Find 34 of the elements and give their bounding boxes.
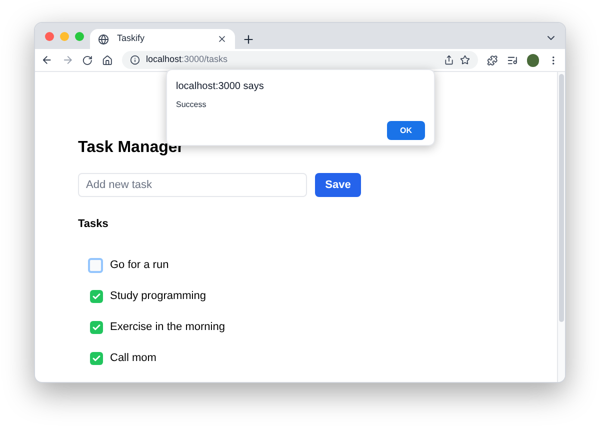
info-icon <box>130 55 140 65</box>
task-checkbox[interactable] <box>90 321 103 334</box>
task-label: Study programming <box>110 289 206 304</box>
ok-button[interactable]: OK <box>387 121 425 140</box>
tab-title: Taskify <box>117 32 146 46</box>
browser-tab[interactable]: Taskify <box>90 29 235 49</box>
task-checkbox[interactable] <box>90 352 103 365</box>
media-list-icon[interactable] <box>506 54 518 66</box>
url-text: localhost:3000/tasks <box>146 53 229 66</box>
new-tab-icon[interactable] <box>242 33 255 46</box>
task-checkbox[interactable] <box>90 290 103 303</box>
extensions-icon[interactable] <box>487 54 498 66</box>
avatar-icon[interactable] <box>526 54 540 66</box>
save-button[interactable]: Save <box>315 173 361 197</box>
reload-icon[interactable] <box>82 54 94 66</box>
dialog-message: Success <box>176 99 208 111</box>
dialog-title: localhost:3000 says <box>176 80 265 94</box>
star-icon[interactable] <box>460 55 470 65</box>
forward-icon[interactable] <box>62 54 74 66</box>
check-icon <box>92 323 101 332</box>
new-task-field[interactable]: Add new task <box>78 173 307 197</box>
task-label: Call mom <box>110 351 156 366</box>
check-icon <box>92 354 101 363</box>
task-label: Go for a run <box>110 258 169 274</box>
close-tab-icon[interactable] <box>217 34 227 44</box>
home-icon[interactable] <box>102 54 113 66</box>
address-bar[interactable]: localhost:3000/tasks <box>122 51 478 69</box>
globe-icon <box>98 34 109 44</box>
share-icon[interactable] <box>444 55 454 65</box>
task-label: Exercise in the morning <box>110 320 225 336</box>
task-checkbox[interactable] <box>88 258 103 273</box>
section-title: Tasks <box>78 217 110 232</box>
check-icon <box>92 292 101 301</box>
back-icon[interactable] <box>41 54 53 66</box>
